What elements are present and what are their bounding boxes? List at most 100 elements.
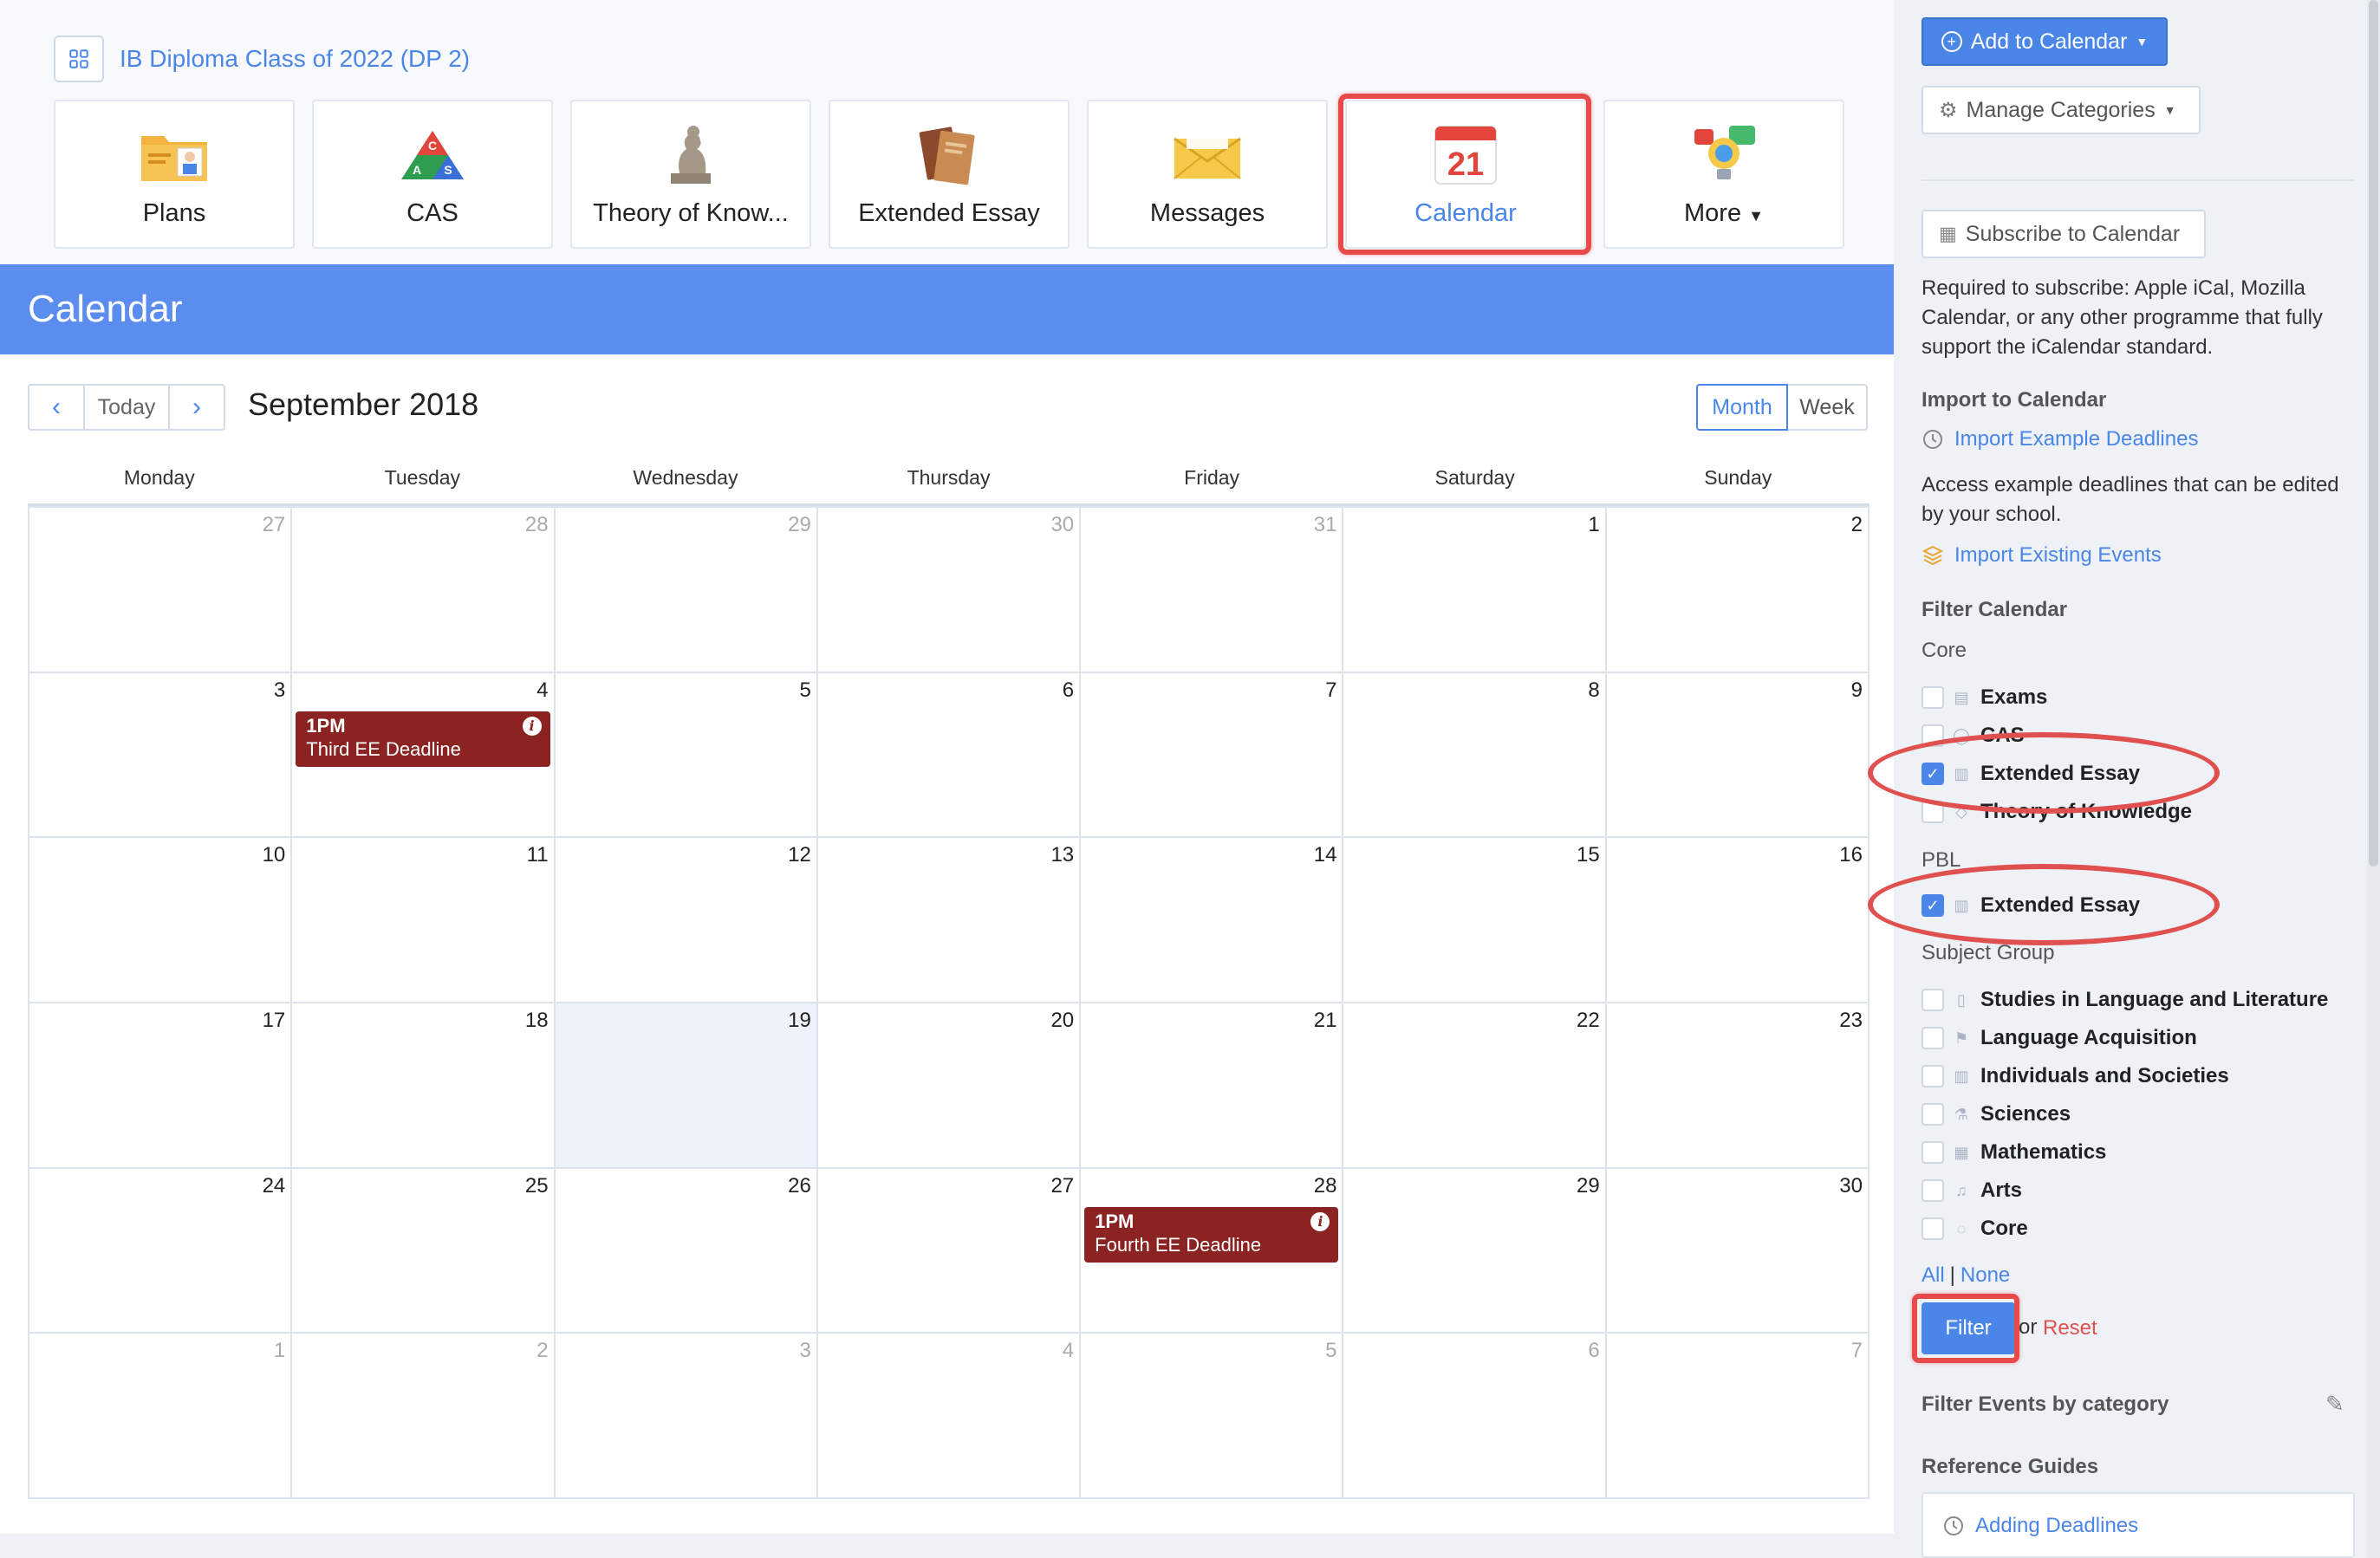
day-cell[interactable]: 4 1PM Third EE Deadline i: [292, 671, 556, 837]
checkbox[interactable]: [1922, 1027, 1944, 1049]
month-view-button[interactable]: Month: [1696, 384, 1788, 431]
week-view-button[interactable]: Week: [1788, 384, 1868, 431]
calendar-event[interactable]: 1PM Third EE Deadline i: [296, 711, 550, 767]
prev-month-button[interactable]: ‹: [29, 386, 83, 429]
add-to-calendar-button[interactable]: + Add to Calendar ▼: [1922, 17, 2168, 66]
event-title: Fourth EE Deadline: [1095, 1233, 1262, 1256]
reference-guides-heading: Reference Guides: [1922, 1455, 2099, 1478]
cas-triangle-icon: C A S: [393, 120, 471, 189]
import-existing-link[interactable]: Import Existing Events: [1922, 543, 2162, 568]
day-cell[interactable]: 30: [1606, 1166, 1870, 1333]
apps-grid-button[interactable]: [54, 36, 104, 82]
subject-group-label: Subject Group: [1922, 941, 2055, 964]
day-cell[interactable]: 29: [1343, 1166, 1607, 1333]
checkbox[interactable]: [1922, 686, 1944, 709]
pencil-edit-icon[interactable]: ✎: [2325, 1391, 2344, 1418]
checkbox[interactable]: [1922, 1179, 1944, 1202]
day-cell[interactable]: 7: [1606, 1332, 1870, 1497]
manage-categories-button[interactable]: ⚙ Manage Categories ▼: [1922, 86, 2201, 134]
checkbox[interactable]: [1922, 1103, 1944, 1126]
day-cell[interactable]: 5: [1081, 1332, 1344, 1497]
scrollbar-thumb[interactable]: [2369, 0, 2378, 867]
checkbox[interactable]: [1922, 1141, 1944, 1164]
day-cell[interactable]: 9: [1606, 671, 1870, 837]
day-cell[interactable]: 19: [555, 1002, 818, 1167]
info-icon[interactable]: i: [522, 716, 542, 736]
module-tile-extended-essay[interactable]: Extended Essay: [829, 100, 1070, 249]
module-tile-cas[interactable]: C A S CAS: [312, 100, 553, 249]
day-cell[interactable]: 3: [29, 671, 293, 837]
day-cell[interactable]: 21: [1081, 1002, 1344, 1167]
or-text: or: [2019, 1315, 2038, 1339]
day-cell[interactable]: 5: [555, 671, 818, 837]
day-number: 16: [1839, 843, 1863, 867]
day-cell[interactable]: 27: [29, 506, 293, 672]
day-cell[interactable]: 2: [292, 1332, 556, 1497]
day-cell[interactable]: 26: [555, 1166, 818, 1333]
checkbox[interactable]: [1922, 1065, 1944, 1087]
filter-core-exams[interactable]: ▤ Exams: [1922, 680, 2047, 715]
day-number: 30: [1839, 1173, 1863, 1198]
day-cell[interactable]: 10: [29, 836, 293, 1002]
day-number: 8: [1588, 678, 1600, 702]
day-cell[interactable]: 6: [1343, 1332, 1607, 1497]
day-cell[interactable]: 16: [1606, 836, 1870, 1002]
select-none-link[interactable]: None: [1961, 1263, 2010, 1288]
day-cell[interactable]: 3: [555, 1332, 818, 1497]
core-group-label: Core: [1922, 639, 1967, 662]
day-cell[interactable]: 8: [1343, 671, 1607, 837]
module-tile-plans[interactable]: Plans: [54, 100, 295, 249]
calendar-event[interactable]: 1PM Fourth EE Deadline i: [1084, 1206, 1339, 1263]
day-cell[interactable]: 28 1PM Fourth EE Deadline i: [1081, 1166, 1344, 1333]
day-cell[interactable]: 12: [555, 836, 818, 1002]
day-cell[interactable]: 1: [29, 1332, 293, 1497]
subscribe-button[interactable]: ▦ Subscribe to Calendar: [1922, 210, 2206, 258]
day-cell[interactable]: 27: [817, 1166, 1082, 1333]
filter-mathematics[interactable]: ▦ Mathematics: [1922, 1135, 2106, 1170]
day-cell[interactable]: 25: [292, 1166, 556, 1333]
module-tile-tok[interactable]: Theory of Know...: [570, 100, 811, 249]
filter-language-acquisition[interactable]: ⚑ Language Acquisition: [1922, 1021, 2197, 1055]
day-cell[interactable]: 2: [1606, 506, 1870, 672]
import-example-link[interactable]: Import Example Deadlines: [1922, 427, 2198, 451]
adding-deadlines-link[interactable]: Adding Deadlines: [1942, 1514, 2138, 1538]
weekday-label: Wednesday: [633, 466, 738, 489]
module-tile-more[interactable]: More ▼: [1603, 100, 1844, 249]
day-cell[interactable]: 4: [817, 1332, 1082, 1497]
chevron-down-icon: ▼: [2136, 35, 2149, 49]
filter-core[interactable]: ◌ Core: [1922, 1211, 2028, 1246]
module-tile-messages[interactable]: Messages: [1087, 100, 1328, 249]
day-cell[interactable]: 15: [1343, 836, 1607, 1002]
gear-icon: ⚙: [1939, 98, 1958, 122]
day-cell[interactable]: 29: [555, 506, 818, 672]
day-cell[interactable]: 17: [29, 1002, 293, 1167]
filter-individuals-societies[interactable]: ▥ Individuals and Societies: [1922, 1059, 2229, 1094]
day-cell[interactable]: 20: [817, 1002, 1082, 1167]
filter-arts[interactable]: ♫ Arts: [1922, 1173, 2022, 1208]
day-cell[interactable]: 7: [1081, 671, 1344, 837]
day-cell[interactable]: 13: [817, 836, 1082, 1002]
day-cell[interactable]: 11: [292, 836, 556, 1002]
day-cell[interactable]: 1: [1343, 506, 1607, 672]
filter-language-literature[interactable]: ▯ Studies in Language and Literature: [1922, 983, 2328, 1017]
class-title[interactable]: IB Diploma Class of 2022 (DP 2): [120, 45, 470, 73]
day-cell[interactable]: 22: [1343, 1002, 1607, 1167]
filter-sciences[interactable]: ⚗ Sciences: [1922, 1097, 2071, 1132]
select-all-link[interactable]: All: [1922, 1263, 1945, 1288]
day-cell[interactable]: 31: [1081, 506, 1344, 672]
next-month-button[interactable]: ›: [170, 386, 224, 429]
day-cell[interactable]: 30: [817, 506, 1082, 672]
info-icon[interactable]: i: [1310, 1211, 1330, 1231]
layers-icon: [1922, 544, 1944, 567]
reset-link[interactable]: Reset: [2043, 1316, 2097, 1341]
day-cell[interactable]: 18: [292, 1002, 556, 1167]
checkbox[interactable]: [1922, 1217, 1944, 1240]
day-cell[interactable]: 28: [292, 506, 556, 672]
day-number: 3: [273, 678, 286, 702]
day-cell[interactable]: 6: [817, 671, 1082, 837]
today-button[interactable]: Today: [83, 386, 170, 429]
day-cell[interactable]: 24: [29, 1166, 293, 1333]
day-cell[interactable]: 14: [1081, 836, 1344, 1002]
checkbox[interactable]: [1922, 989, 1944, 1011]
day-cell[interactable]: 23: [1606, 1002, 1870, 1167]
